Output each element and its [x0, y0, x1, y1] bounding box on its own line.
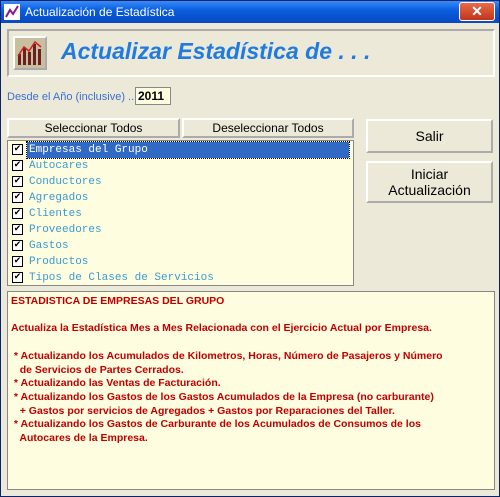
checkbox[interactable]: ✔: [12, 256, 23, 267]
description-line: [11, 336, 491, 350]
start-update-button[interactable]: Iniciar Actualización: [366, 161, 493, 203]
checkbox[interactable]: ✔: [12, 240, 23, 251]
description-line: * Actualizando los Gastos de Carburante …: [11, 418, 421, 431]
app-window: Actualización de Estadística ✕ Actualiza…: [0, 0, 500, 497]
bar-chart-icon: [17, 40, 42, 65]
description-line: Actualiza la Estadística Mes a Mes Relac…: [11, 322, 432, 335]
description-line: [11, 309, 491, 323]
year-input[interactable]: 2011: [135, 87, 171, 105]
checkbox[interactable]: ✔: [12, 192, 23, 203]
deselect-all-button[interactable]: Deseleccionar Todos: [182, 118, 354, 138]
start-update-label-line1: Iniciar: [410, 166, 449, 182]
description-line: Autocares de la Empresa.: [11, 432, 148, 445]
start-update-label-line2: Actualización: [388, 182, 471, 198]
checkbox[interactable]: ✔: [12, 208, 23, 219]
list-item-tipos-servicios[interactable]: ✔ Tipos de Clases de Servicios: [10, 270, 351, 285]
category-checklist[interactable]: ✔ Empresas del Grupo ✔ Autocares ✔ Condu…: [7, 140, 354, 286]
list-item-agregados[interactable]: ✔ Agregados: [10, 190, 351, 206]
description-line: * Actualizando las Ventas de Facturación…: [11, 377, 221, 390]
list-item-proveedores[interactable]: ✔ Proveedores: [10, 222, 351, 238]
list-item-label: Tipos de Clases de Servicios: [29, 272, 214, 284]
list-item-autocares[interactable]: ✔ Autocares: [10, 158, 351, 174]
list-item-conductores[interactable]: ✔ Conductores: [10, 174, 351, 190]
checkbox[interactable]: ✔: [12, 144, 23, 155]
select-all-button[interactable]: Seleccionar Todos: [7, 118, 180, 138]
list-item-label: Empresas del Grupo: [26, 141, 350, 159]
list-item-label: Conductores: [29, 176, 102, 188]
title-bar[interactable]: Actualización de Estadística ✕: [1, 1, 499, 23]
list-item-label: Gastos: [29, 240, 69, 252]
list-item-label: Clientes: [29, 208, 82, 220]
checkbox[interactable]: ✔: [12, 272, 23, 283]
description-line: de Servicios de Partes Cerrados.: [11, 363, 184, 376]
close-button[interactable]: ✕: [459, 2, 495, 21]
list-item-productos[interactable]: ✔ Productos: [10, 254, 351, 270]
description-line: * Actualizando los Gastos de los Gastos …: [11, 390, 434, 403]
description-heading: ESTADISTICA DE EMPRESAS DEL GRUPO: [11, 295, 225, 307]
description-line: + Gastos por servicios de Agregados + Ga…: [11, 404, 395, 417]
statistics-chart-icon: [13, 36, 47, 70]
checkbox[interactable]: ✔: [12, 176, 23, 187]
page-title: Actualizar Estadística de . . .: [61, 38, 371, 64]
checkbox[interactable]: ✔: [12, 160, 23, 171]
window-title: Actualización de Estadística: [25, 5, 175, 19]
year-label: Desde el Año (inclusive) ...: [7, 91, 138, 103]
exit-button[interactable]: Salir: [366, 119, 493, 153]
checkbox[interactable]: ✔: [12, 224, 23, 235]
chart-app-icon: [4, 4, 20, 20]
list-item-label: Proveedores: [29, 224, 102, 236]
list-item-gastos[interactable]: ✔ Gastos: [10, 238, 351, 254]
header-panel: Actualizar Estadística de . . .: [7, 29, 495, 77]
list-item-label: Agregados: [29, 192, 89, 204]
list-item-clientes[interactable]: ✔ Clientes: [10, 206, 351, 222]
list-item-label: Productos: [29, 256, 89, 268]
list-item-label: Autocares: [29, 160, 89, 172]
description-line: * Actualizando los Acumulados de Kilomet…: [11, 349, 443, 362]
list-item-empresas[interactable]: ✔ Empresas del Grupo: [10, 141, 351, 159]
description-panel: ESTADISTICA DE EMPRESAS DEL GRUPO Actual…: [7, 291, 495, 490]
